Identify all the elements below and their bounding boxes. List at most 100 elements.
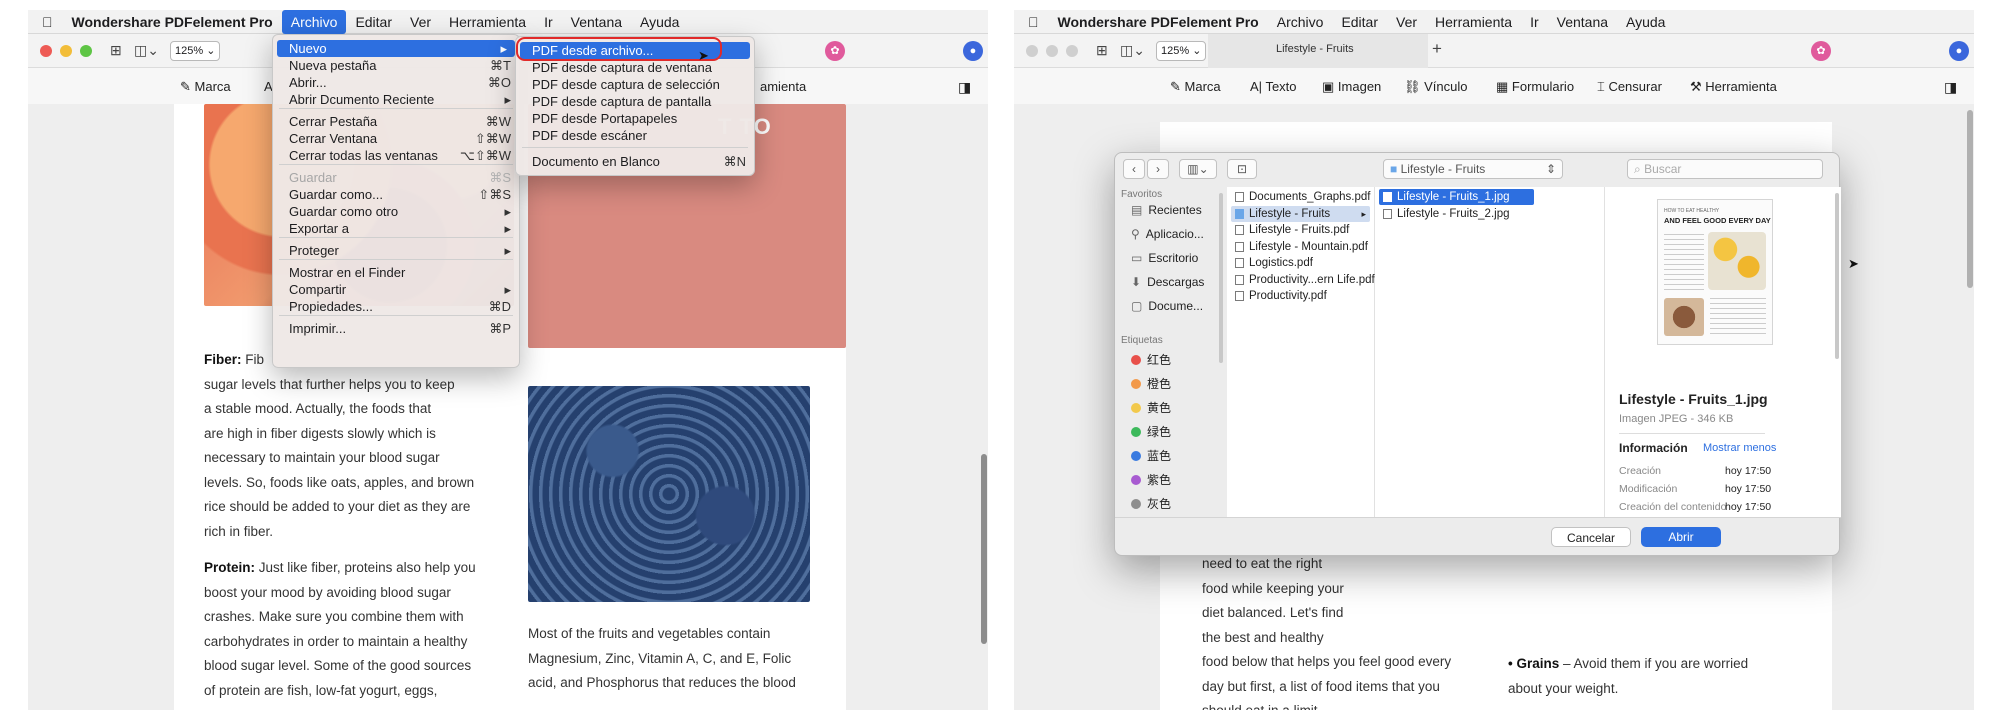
apple-icon[interactable]: : [1014, 10, 1049, 34]
menu-item[interactable]: Guardar como otro ▸: [273, 203, 519, 220]
menu-herramienta[interactable]: Herramienta: [440, 10, 535, 34]
zoom-window-button[interactable]: [80, 45, 92, 57]
menu-item[interactable]: Cerrar todas las ventanas ⌥⇧⌘W: [273, 147, 519, 164]
ai-assistant-icon[interactable]: ✿: [1811, 41, 1831, 61]
menu-app-name[interactable]: Wondershare PDFelement Pro: [63, 10, 282, 34]
file-item[interactable]: Documents_Graphs.pdf: [1231, 189, 1370, 205]
menu-ver[interactable]: Ver: [401, 10, 440, 34]
grid-icon[interactable]: ⊞: [1096, 42, 1108, 59]
menu-herramienta[interactable]: Herramienta: [1426, 10, 1521, 34]
menu-item[interactable]: Compartir ▸: [273, 281, 519, 298]
grid-icon[interactable]: ⊞: [110, 42, 122, 59]
menu-item[interactable]: Imprimir... ⌘P: [273, 320, 519, 337]
menu-item[interactable]: Cerrar Ventana ⇧⌘W: [273, 130, 519, 147]
tool-censurar[interactable]: ⌶ Censurar: [1597, 79, 1662, 95]
apple-icon[interactable]: : [28, 10, 63, 34]
sidebar-item-1[interactable]: ⚲ Aplicacio...: [1131, 227, 1204, 241]
tag-item[interactable]: 橙色: [1131, 375, 1171, 392]
sidebar-item-0[interactable]: ▤ Recientes: [1131, 203, 1202, 217]
zoom-select[interactable]: 125% ⌄: [170, 41, 221, 61]
tag-item[interactable]: 黄色: [1131, 399, 1171, 416]
submenu-item[interactable]: PDF desde captura de pantalla: [516, 93, 754, 110]
tag-item[interactable]: 绿色: [1131, 423, 1171, 440]
ai-assistant-icon[interactable]: ✿: [825, 41, 845, 61]
menu-item[interactable]: Proteger ▸: [273, 242, 519, 259]
tool-vinculo[interactable]: ⛓ Vínculo: [1404, 79, 1468, 95]
submenu-item[interactable]: Documento en Blanco ⌘N: [516, 153, 754, 170]
tag-item[interactable]: 紫色: [1131, 471, 1171, 488]
file-item[interactable]: Lifestyle - Mountain.pdf: [1231, 239, 1370, 255]
file-item[interactable]: Productivity...ern Life.pdf: [1231, 272, 1375, 288]
menu-item[interactable]: Propiedades... ⌘D: [273, 298, 519, 315]
file-item[interactable]: Logistics.pdf: [1231, 255, 1370, 271]
menu-item[interactable]: Mostrar en el Finder: [273, 264, 519, 281]
sidebar-toggle-icon[interactable]: ◫⌄: [1120, 42, 1145, 59]
vertical-scrollbar[interactable]: [981, 454, 987, 644]
vertical-scrollbar[interactable]: [1967, 110, 1973, 288]
search-input[interactable]: ⌕ Buscar: [1627, 159, 1823, 179]
forward-button[interactable]: ›: [1147, 159, 1169, 179]
menu-item[interactable]: Nuevo ▸: [277, 40, 515, 57]
tag-item[interactable]: 蓝色: [1131, 447, 1171, 464]
tool-texto[interactable]: A| Texto: [1250, 79, 1297, 94]
new-tab-button[interactable]: +: [1432, 39, 1442, 59]
submenu-item[interactable]: PDF desde escáner: [516, 127, 754, 144]
sidebar-scrollbar[interactable]: [1219, 193, 1223, 363]
document-tab[interactable]: Lifestyle - Fruits: [1208, 34, 1428, 68]
submenu-item[interactable]: PDF desde Portapapeles: [516, 110, 754, 127]
sidebar-item-4[interactable]: ▢ Docume...: [1131, 299, 1203, 313]
cancel-button[interactable]: Cancelar: [1551, 527, 1631, 547]
minimize-window-button[interactable]: [60, 45, 72, 57]
sidebar-toggle-icon[interactable]: ◫⌄: [134, 42, 159, 59]
tool-herramienta-partial[interactable]: amienta: [760, 79, 806, 94]
menu-editar[interactable]: Editar: [346, 10, 401, 34]
close-window-button[interactable]: [1026, 45, 1038, 57]
zoom-window-button[interactable]: [1066, 45, 1078, 57]
account-icon[interactable]: ●: [1949, 41, 1969, 61]
account-icon[interactable]: ●: [963, 41, 983, 61]
menu-archivo[interactable]: Archivo: [1268, 10, 1333, 34]
file-item[interactable]: Lifestyle - Fruits ▸: [1231, 205, 1370, 222]
zoom-select[interactable]: 125% ⌄: [1156, 41, 1207, 61]
tool-marca[interactable]: ✎ Marca: [1170, 79, 1221, 95]
panel-toggle-icon[interactable]: ◨: [958, 79, 971, 96]
show-less-link[interactable]: Mostrar menos: [1703, 442, 1776, 454]
menu-item[interactable]: Cerrar Pestaña ⌘W: [273, 113, 519, 130]
menu-item[interactable]: Nueva pestaña ⌘T: [273, 57, 519, 74]
location-select[interactable]: ■ Lifestyle - Fruits ⇕: [1383, 159, 1563, 179]
tool-herramienta[interactable]: ⚒ Herramienta: [1690, 79, 1777, 95]
menu-archivo[interactable]: Archivo: [281, 9, 347, 34]
tag-item[interactable]: 红色: [1131, 351, 1171, 368]
menu-editar[interactable]: Editar: [1332, 10, 1387, 34]
preview-scrollbar[interactable]: [1835, 193, 1839, 359]
view-mode-button[interactable]: ▥⌄: [1179, 159, 1217, 179]
menu-ir[interactable]: Ir: [535, 10, 562, 34]
file-item[interactable]: Lifestyle - Fruits_2.jpg: [1379, 206, 1534, 222]
file-item[interactable]: Productivity.pdf: [1231, 288, 1370, 304]
menu-item[interactable]: Guardar como... ⇧⌘S: [273, 186, 519, 203]
menu-ayuda[interactable]: Ayuda: [1617, 10, 1674, 34]
file-item[interactable]: Lifestyle - Fruits_1.jpg: [1379, 189, 1534, 205]
tool-imagen[interactable]: ▣ Imagen: [1322, 79, 1381, 95]
back-button[interactable]: ‹: [1123, 159, 1145, 179]
file-item[interactable]: Lifestyle - Fruits.pdf: [1231, 222, 1370, 238]
open-button[interactable]: Abrir: [1641, 527, 1721, 547]
close-window-button[interactable]: [40, 45, 52, 57]
menu-app-name[interactable]: Wondershare PDFelement Pro: [1049, 10, 1268, 34]
submenu-item[interactable]: PDF desde captura de ventana: [516, 59, 754, 76]
submenu-item[interactable]: PDF desde captura de selección: [516, 76, 754, 93]
tool-formulario[interactable]: ▦ Formulario: [1496, 79, 1574, 95]
menu-item[interactable]: Abrir... ⌘O: [273, 74, 519, 91]
menu-ver[interactable]: Ver: [1387, 10, 1426, 34]
sidebar-item-2[interactable]: ▭ Escritorio: [1131, 251, 1198, 265]
panel-toggle-icon[interactable]: ◨: [1944, 79, 1957, 96]
menu-ventana[interactable]: Ventana: [562, 10, 631, 34]
new-folder-icon[interactable]: ⊡: [1227, 159, 1257, 179]
tool-marca[interactable]: ✎ Marca: [180, 79, 231, 95]
tag-item[interactable]: 灰色: [1131, 495, 1171, 512]
minimize-window-button[interactable]: [1046, 45, 1058, 57]
menu-ayuda[interactable]: Ayuda: [631, 10, 688, 34]
menu-ventana[interactable]: Ventana: [1548, 10, 1617, 34]
menu-item[interactable]: Abrir Dcumento Reciente ▸: [273, 91, 519, 108]
sidebar-item-3[interactable]: ⬇ Descargas: [1131, 275, 1204, 289]
